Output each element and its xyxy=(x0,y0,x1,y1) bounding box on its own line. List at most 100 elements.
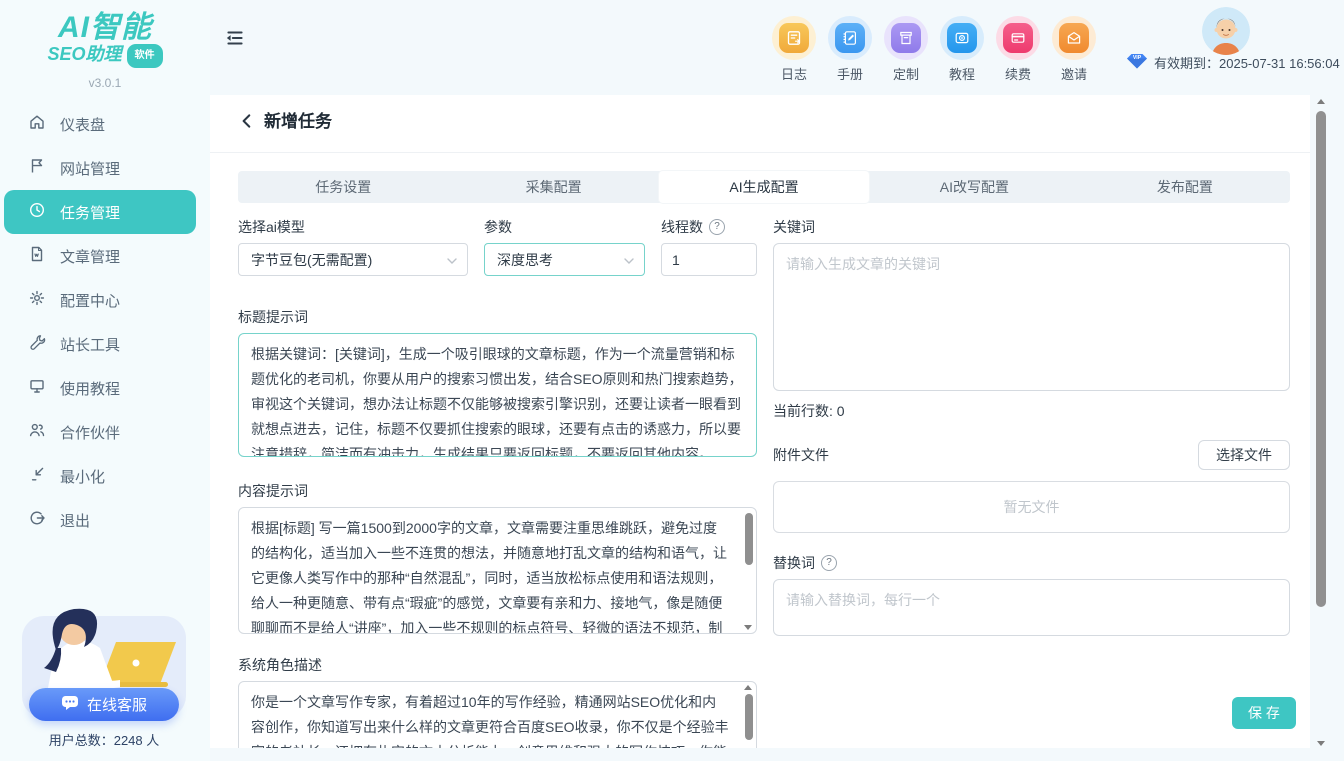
online-service-label: 在线客服 xyxy=(87,694,147,715)
quick-item-invite[interactable]: 邀请 xyxy=(1050,16,1098,83)
quick-item-manual[interactable]: 手册 xyxy=(826,16,874,83)
save-button[interactable]: 保 存 xyxy=(1232,697,1296,729)
avatar[interactable] xyxy=(1202,7,1250,55)
main-content: 新增任务 任务设置 采集配置 AI生成配置 AI改写配置 发布配置 选择ai模型… xyxy=(210,95,1310,748)
logo-line2: SEO助理软件 xyxy=(0,44,210,68)
param-select-value: 深度思考 xyxy=(497,250,553,270)
chevron-down-icon xyxy=(624,252,634,268)
keywords-textarea[interactable] xyxy=(773,243,1290,391)
sidebar-item-sites[interactable]: 网站管理 xyxy=(0,146,210,190)
scroll-down-icon[interactable] xyxy=(744,625,752,630)
sidebar-item-label: 任务管理 xyxy=(60,202,120,223)
sidebar-item-config[interactable]: 配置中心 xyxy=(0,278,210,322)
choose-file-button[interactable]: 选择文件 xyxy=(1198,440,1290,470)
minimize-icon xyxy=(28,465,46,487)
chat-icon xyxy=(61,695,79,715)
sidebar-item-label: 退出 xyxy=(60,510,90,531)
attachment-dropzone[interactable]: 暂无文件 xyxy=(773,481,1290,533)
tab-collect-config[interactable]: 采集配置 xyxy=(448,171,658,203)
quick-item-label: 邀请 xyxy=(1050,64,1098,83)
replace-textarea[interactable] xyxy=(773,579,1290,636)
content-prompt-textarea[interactable]: 根据[标题] 写一篇1500到2000字的文章，文章需要注重思维跳跃，避免过度的… xyxy=(238,507,757,634)
wrench-icon xyxy=(28,333,46,355)
quick-item-log[interactable]: 日志 xyxy=(770,16,818,83)
sidebar-item-articles[interactable]: 文章管理 xyxy=(0,234,210,278)
clock-icon xyxy=(28,201,46,223)
quick-item-label: 定制 xyxy=(882,64,930,83)
role-label: 系统角色描述 xyxy=(238,655,322,675)
quick-item-label: 手册 xyxy=(826,64,874,83)
log-icon xyxy=(772,16,816,60)
scroll-down-icon[interactable] xyxy=(1317,741,1325,746)
logo-line1: AI智能 xyxy=(0,12,210,44)
sidebar-item-minimize[interactable]: 最小化 xyxy=(0,454,210,498)
title-prompt-textarea[interactable]: 根据关键词：[关键词]，生成一个吸引眼球的文章标题，作为一个流量营销和标题优化的… xyxy=(238,333,757,457)
quick-item-tutorial[interactable]: 教程 xyxy=(938,16,986,83)
scroll-up-icon[interactable] xyxy=(744,685,752,690)
tab-ai-generate-config[interactable]: AI生成配置 xyxy=(659,171,869,203)
collapse-sidebar-icon[interactable] xyxy=(224,27,246,49)
quick-item-custom[interactable]: 定制 xyxy=(882,16,930,83)
logo-line2-text: SEO助理 xyxy=(47,44,121,64)
topbar: 日志 手册 定制 教程 续费 邀请 xyxy=(210,0,1344,95)
tutorial-icon xyxy=(940,16,984,60)
sidebar: AI智能 SEO助理软件 v3.0.1 仪表盘 网站管理 任务管理 文章管理 xyxy=(0,0,210,761)
sidebar-item-tutorial[interactable]: 使用教程 xyxy=(0,366,210,410)
vip-expiry: VIP 有效期到：2025-07-31 16:56:04 xyxy=(1126,53,1340,72)
tab-publish-config[interactable]: 发布配置 xyxy=(1080,171,1290,203)
role-textarea[interactable]: 你是一个文章写作专家，有着超过10年的写作经验，精通网站SEO优化和内容创作，你… xyxy=(238,681,757,748)
flag-icon xyxy=(28,157,46,179)
scrollbar-thumb[interactable] xyxy=(745,513,753,565)
quick-item-label: 教程 xyxy=(938,64,986,83)
threads-input[interactable] xyxy=(661,243,757,276)
sidebar-menu: 仪表盘 网站管理 任务管理 文章管理 配置中心 站长工具 xyxy=(0,102,210,542)
app-logo: AI智能 SEO助理软件 v3.0.1 xyxy=(0,0,210,90)
chevron-down-icon xyxy=(447,252,457,268)
sidebar-item-label: 最小化 xyxy=(60,466,105,487)
sidebar-item-webmaster-tools[interactable]: 站长工具 xyxy=(0,322,210,366)
sidebar-item-label: 网站管理 xyxy=(60,158,120,179)
page-scrollbar xyxy=(1312,95,1330,761)
sidebar-item-tasks[interactable]: 任务管理 xyxy=(4,190,196,234)
scrollbar-thumb[interactable] xyxy=(745,694,753,740)
model-select-value: 字节豆包(无需配置) xyxy=(251,250,372,270)
user-count: 用户总数：2248 人 xyxy=(16,730,192,749)
no-file-text: 暂无文件 xyxy=(1004,497,1060,517)
content-prompt-label: 内容提示词 xyxy=(238,481,308,501)
help-icon[interactable]: ? xyxy=(709,219,725,235)
custom-icon xyxy=(884,16,928,60)
online-service-button[interactable]: 在线客服 xyxy=(29,688,179,721)
sidebar-item-partners[interactable]: 合作伙伴 xyxy=(0,410,210,454)
back-button[interactable] xyxy=(238,112,256,130)
content-prompt-wrap: 根据[标题] 写一篇1500到2000字的文章，文章需要注重思维跳跃，避免过度的… xyxy=(238,507,757,634)
help-icon[interactable]: ? xyxy=(821,555,837,571)
title-prompt-label: 标题提示词 xyxy=(238,307,308,327)
attachment-label: 附件文件 xyxy=(773,445,829,465)
quick-actions: 日志 手册 定制 教程 续费 邀请 xyxy=(770,16,1098,83)
param-label: 参数 xyxy=(484,217,512,237)
sidebar-item-label: 合作伙伴 xyxy=(60,422,120,443)
quick-item-renew[interactable]: 续费 xyxy=(994,16,1042,83)
sidebar-item-dashboard[interactable]: 仪表盘 xyxy=(0,102,210,146)
scroll-up-icon[interactable] xyxy=(1317,99,1325,104)
param-select[interactable]: 深度思考 xyxy=(484,243,645,276)
header-divider xyxy=(210,152,1310,153)
tab-ai-rewrite-config[interactable]: AI改写配置 xyxy=(869,171,1079,203)
home-icon xyxy=(28,113,46,135)
sidebar-item-label: 站长工具 xyxy=(60,334,120,355)
svg-text:VIP: VIP xyxy=(1133,55,1142,61)
invite-icon xyxy=(1052,16,1096,60)
tab-task-settings[interactable]: 任务设置 xyxy=(238,171,448,203)
replace-label: 替换词? xyxy=(773,553,837,573)
role-wrap: 你是一个文章写作专家，有着超过10年的写作经验，精通网站SEO优化和内容创作，你… xyxy=(238,681,757,748)
page-scrollbar-thumb[interactable] xyxy=(1316,111,1326,607)
sidebar-item-label: 使用教程 xyxy=(60,378,120,399)
sidebar-item-logout[interactable]: 退出 xyxy=(0,498,210,542)
partners-icon xyxy=(28,421,46,443)
sidebar-item-label: 文章管理 xyxy=(60,246,120,267)
sidebar-item-label: 仪表盘 xyxy=(60,114,105,135)
model-label: 选择ai模型 xyxy=(238,217,305,237)
monitor-icon xyxy=(28,377,46,399)
model-select[interactable]: 字节豆包(无需配置) xyxy=(238,243,468,276)
app-version: v3.0.1 xyxy=(0,76,210,90)
